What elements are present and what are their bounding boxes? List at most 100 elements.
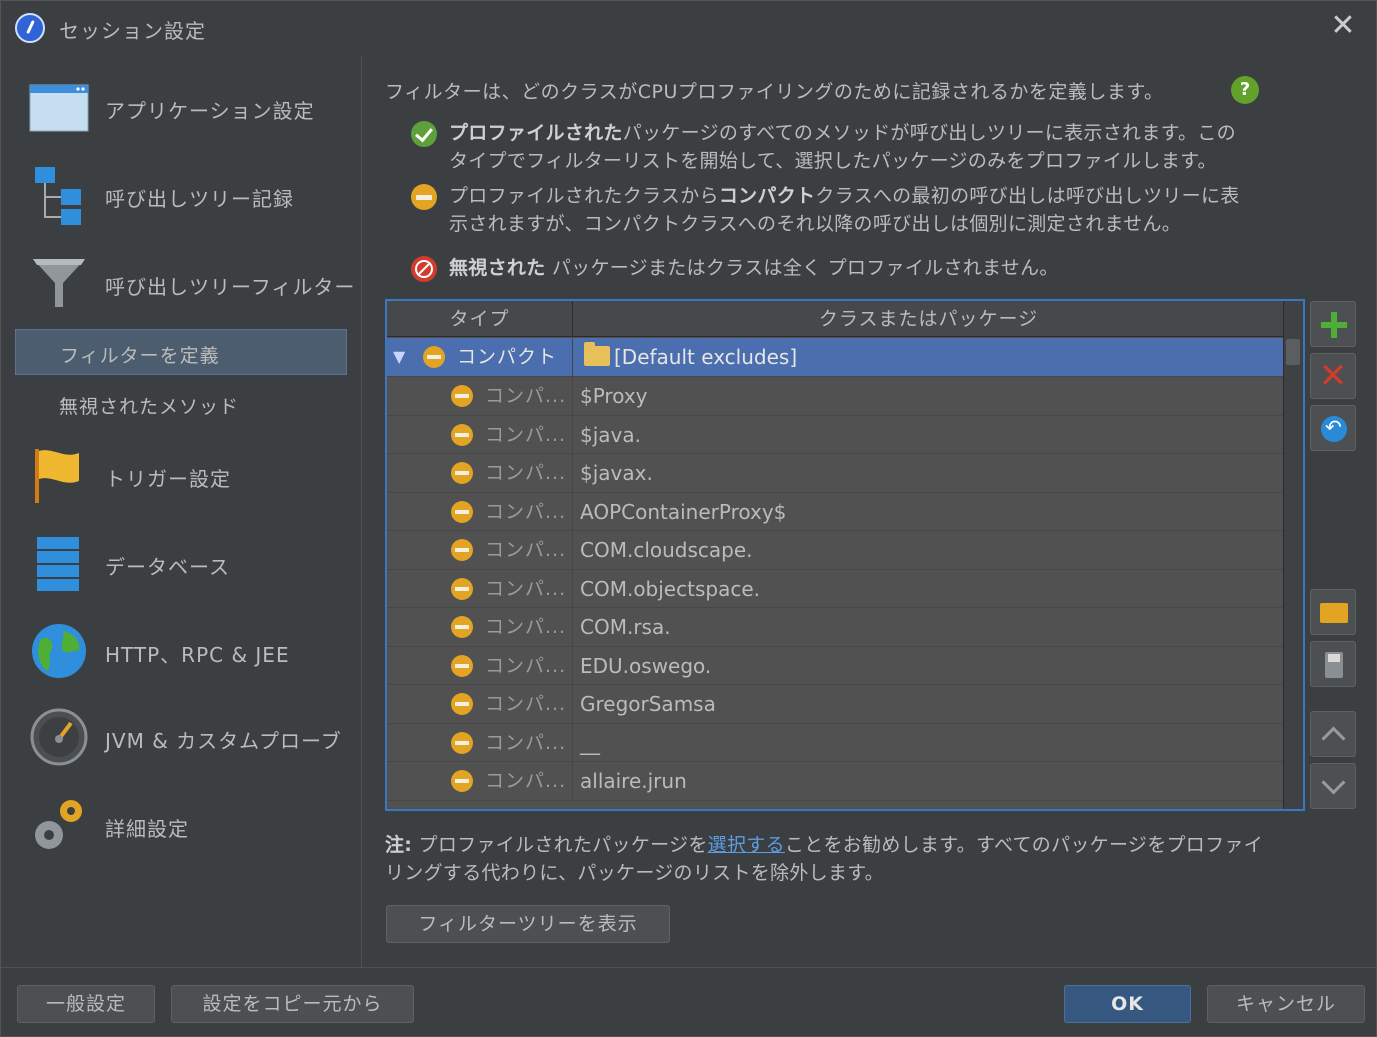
sidebar-subitem-label: 無視されたメソッド bbox=[59, 396, 240, 418]
sidebar-item-label: データベース bbox=[105, 555, 230, 579]
table-row[interactable]: コンパ... $javax. bbox=[387, 454, 1283, 493]
column-header-type[interactable]: タイプ bbox=[387, 301, 573, 337]
legend-compact-line2: 示されますが、コンパクトクラスへのそれ以降の呼び出しは個別に測定されません。 bbox=[449, 213, 1182, 235]
compact-minus-icon bbox=[451, 577, 473, 600]
compact-minus-icon bbox=[451, 654, 473, 677]
folder-icon bbox=[584, 342, 610, 366]
row-type: コンパ... bbox=[485, 423, 567, 446]
legend-compact-pre: プロファイルされたクラスから bbox=[449, 185, 719, 207]
sidebar-item-http-rpc-jee[interactable]: HTTP、RPC & JEE bbox=[1, 611, 361, 691]
row-type: コンパ... bbox=[485, 385, 567, 407]
row-value: __ bbox=[580, 730, 600, 755]
legend-ignored-text: パッケージまたはクラスは全く プロファイルされません。 bbox=[545, 257, 1059, 279]
sidebar: アプリケーション設定 呼び出しツリー記録 呼び出しツリーフィルター フィルターを… bbox=[1, 55, 361, 967]
table-scrollbar[interactable] bbox=[1283, 301, 1303, 809]
compact-minus-icon bbox=[451, 770, 473, 792]
table-row[interactable]: コンパ... __ bbox=[387, 723, 1283, 762]
legend-profiled-line2: タイプでフィルターリストを開始して、選択したパッケージのみをプロファイルします。 bbox=[449, 150, 1217, 172]
show-filter-tree-button[interactable]: フィルターツリーを表示 bbox=[386, 905, 670, 943]
row-value: GregorSamsa bbox=[580, 692, 716, 716]
ok-button[interactable]: OK bbox=[1064, 985, 1191, 1023]
compact-minus-icon bbox=[451, 423, 473, 446]
gears-icon bbox=[35, 800, 82, 849]
table-row[interactable]: コンパ... $Proxy bbox=[387, 377, 1283, 416]
close-button[interactable]: ✕ bbox=[1327, 11, 1359, 43]
table-row[interactable]: コンパ... COM.cloudscape. bbox=[387, 531, 1283, 570]
sidebar-item-call-tree-filters[interactable]: 呼び出しツリーフィルター bbox=[1, 243, 361, 323]
sidebar-subitem-define-filters[interactable]: フィルターを定義 bbox=[15, 329, 347, 375]
sidebar-item-databases[interactable]: データベース bbox=[1, 523, 361, 603]
scrollbar-thumb[interactable] bbox=[1286, 339, 1300, 365]
select-packages-link[interactable]: 選択する bbox=[708, 834, 785, 856]
move-up-button[interactable] bbox=[1310, 711, 1356, 757]
compact-minus-icon bbox=[451, 539, 473, 561]
reset-filters-button[interactable] bbox=[1310, 405, 1356, 451]
table-row-group[interactable]: ▼ コンパクト [Default excludes] bbox=[387, 338, 1283, 377]
sidebar-item-application-settings[interactable]: アプリケーション設定 bbox=[1, 67, 361, 147]
legend-profiled-term: プロファイルされた bbox=[449, 122, 623, 144]
intro-text: フィルターは、どのクラスがCPUプロファイリングのために記録されるかを定義します… bbox=[385, 81, 1164, 103]
compact-minus-icon bbox=[451, 385, 473, 407]
table-row[interactable]: コンパ... EDU.oswego. bbox=[387, 646, 1283, 685]
collapse-arrow-icon[interactable]: ▼ bbox=[393, 338, 405, 376]
filters-panel: フィルターは、どのクラスがCPUプロファイリングのために記録されるかを定義します… bbox=[385, 55, 1365, 967]
column-header-class-or-package[interactable]: クラスまたはパッケージ bbox=[574, 301, 1283, 337]
general-settings-button[interactable]: 一般設定 bbox=[17, 985, 155, 1023]
row-value: allaire.jrun bbox=[580, 769, 687, 793]
row-type: コンパ... bbox=[485, 654, 567, 677]
sidebar-item-label: トリガー設定 bbox=[105, 467, 231, 491]
help-icon[interactable]: ? bbox=[1231, 76, 1259, 104]
table-row[interactable]: コンパ... GregorSamsa bbox=[387, 685, 1283, 724]
ignored-forbidden-icon bbox=[411, 256, 437, 282]
filter-table[interactable]: タイプ クラスまたはパッケージ ▼ コンパクト [Default exclude… bbox=[385, 299, 1305, 811]
funnel-icon bbox=[33, 259, 85, 307]
move-down-button[interactable] bbox=[1310, 763, 1356, 809]
row-value: $java. bbox=[580, 422, 641, 447]
row-type: コンパクト bbox=[457, 346, 558, 368]
row-value: EDU.oswego. bbox=[580, 653, 712, 678]
note-text: 注: プロファイルされたパッケージを選択することをお勧めします。すべてのパッケー… bbox=[385, 831, 1355, 887]
row-value: $Proxy bbox=[580, 384, 648, 408]
table-row[interactable]: コンパ... COM.rsa. bbox=[387, 608, 1283, 647]
legend-profiled-line1: パッケージのすべてのメソッドが呼び出しツリーに表示されます。この bbox=[622, 122, 1236, 144]
row-type: コンパ... bbox=[485, 500, 567, 523]
legend-ignored-term: 無視された bbox=[449, 257, 546, 279]
footer-divider bbox=[1, 967, 1377, 968]
sidebar-subitem-ignored-methods[interactable]: 無視されたメソッド bbox=[15, 381, 347, 427]
export-filters-button[interactable] bbox=[1310, 641, 1356, 687]
sidebar-item-jvm-custom-probes[interactable]: JVM & カスタムプローブ bbox=[1, 697, 361, 777]
import-filters-button[interactable] bbox=[1310, 589, 1356, 635]
sidebar-item-advanced-settings[interactable]: 詳細設定 bbox=[1, 785, 361, 865]
compact-minus-icon bbox=[423, 346, 445, 368]
add-filter-button[interactable] bbox=[1310, 301, 1356, 347]
table-row[interactable]: コンパ... $java. bbox=[387, 415, 1283, 454]
app-logo-icon bbox=[15, 13, 45, 43]
row-type: コンパ... bbox=[485, 770, 567, 792]
compact-minus-icon bbox=[451, 616, 473, 638]
gauge-icon bbox=[30, 708, 88, 766]
sidebar-item-label: 呼び出しツリーフィルター bbox=[105, 275, 356, 299]
sidebar-item-trigger-settings[interactable]: トリガー設定 bbox=[1, 435, 361, 515]
sidebar-item-label: JVM & カスタムプローブ bbox=[105, 729, 342, 753]
table-row[interactable]: コンパ... COM.objectspace. bbox=[387, 569, 1283, 608]
legend-compact-term: コンパクト bbox=[718, 185, 816, 207]
compact-minus-icon bbox=[451, 462, 473, 484]
note-label: 注: bbox=[385, 834, 413, 856]
window-icon bbox=[29, 84, 89, 132]
copy-settings-from-button[interactable]: 設定をコピー元から bbox=[171, 985, 414, 1023]
sidebar-divider bbox=[361, 55, 362, 967]
table-row[interactable]: コンパ... allaire.jrun bbox=[387, 762, 1283, 801]
sidebar-item-call-tree-recording[interactable]: 呼び出しツリー記録 bbox=[1, 155, 361, 235]
row-value: COM.objectspace. bbox=[580, 576, 760, 601]
row-value: $javax. bbox=[580, 461, 653, 485]
sidebar-item-label: HTTP、RPC & JEE bbox=[105, 643, 290, 667]
row-value: AOPContainerProxy$ bbox=[580, 499, 787, 524]
sidebar-item-label: 呼び出しツリー記録 bbox=[105, 187, 294, 211]
row-type: コンパ... bbox=[485, 577, 567, 600]
table-row[interactable]: コンパ... AOPContainerProxy$ bbox=[387, 492, 1283, 531]
compact-minus-icon bbox=[451, 693, 473, 715]
delete-filter-button[interactable]: ✕ bbox=[1310, 353, 1356, 399]
row-type: コンパ... bbox=[485, 539, 567, 561]
cancel-button[interactable]: キャンセル bbox=[1207, 985, 1365, 1023]
row-value: [Default excludes] bbox=[614, 345, 798, 369]
